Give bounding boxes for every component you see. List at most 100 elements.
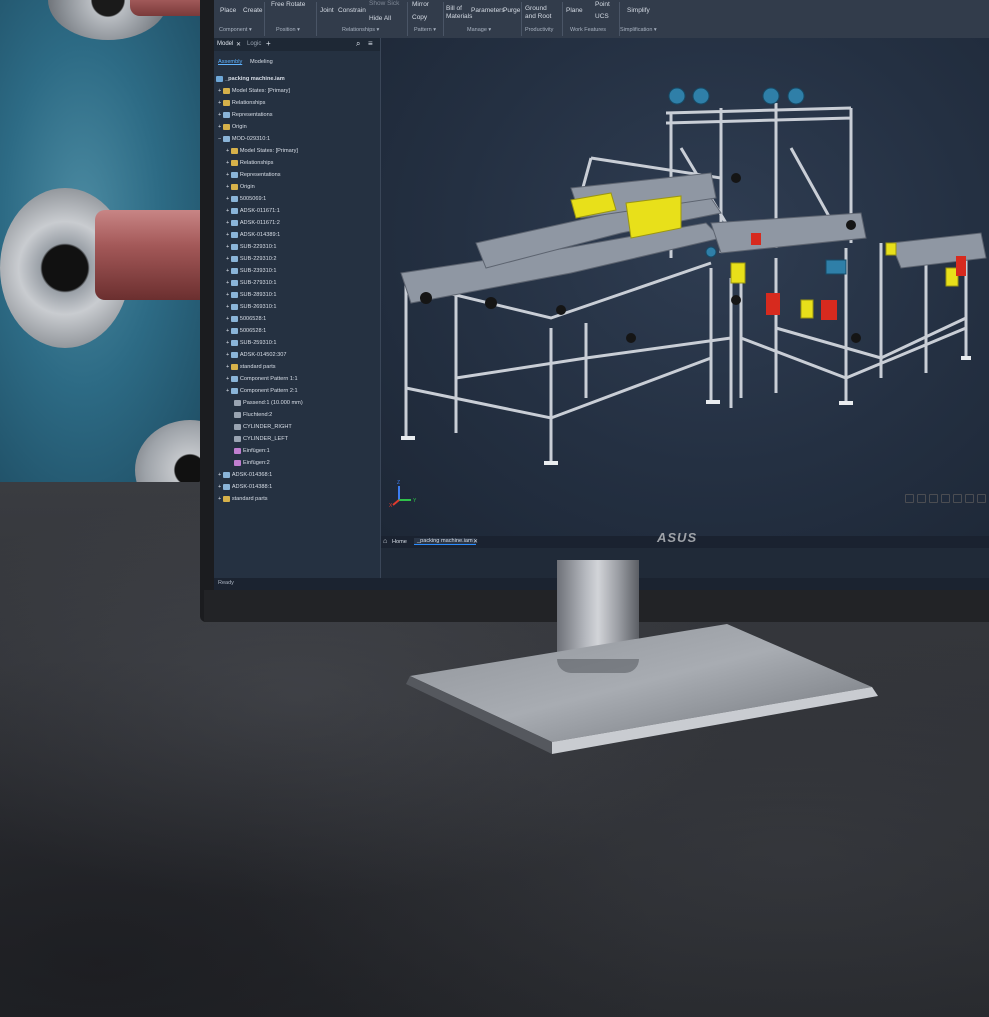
mirror-button[interactable]: Mirror [412, 1, 429, 8]
tree-item[interactable]: + 5006528:1 [226, 314, 266, 324]
axis-label-x: X [389, 503, 393, 509]
tree-item[interactable]: + ADSK-014389:1 [226, 230, 280, 240]
tree-item[interactable]: + Origin [226, 182, 255, 192]
tab-model[interactable]: Model [217, 41, 233, 47]
inventor-window: Place Create Free Rotate Joint Constrain… [214, 0, 989, 590]
purge-button[interactable]: Purge [503, 7, 520, 14]
create-button[interactable]: Create [243, 7, 263, 14]
packing-machine-model[interactable] [381, 38, 989, 536]
tree-item[interactable]: + SUB-269310:1 [226, 302, 277, 312]
model-browser: Model ✕ Logic + ⌕ ≡ Assembly Modeling _p… [214, 38, 381, 578]
tree-item[interactable]: + 5005069:1 [226, 194, 266, 204]
tree-item[interactable]: + SUB-229310:1 [226, 242, 277, 252]
tree-item[interactable]: + ADSK-011671:2 [226, 218, 280, 228]
browser-tabs: Model ✕ Logic + ⌕ ≡ [214, 38, 380, 51]
hide-all-button[interactable]: Hide All [369, 15, 391, 22]
tree-item[interactable]: + SUB-229310:2 [226, 254, 277, 264]
tree-item[interactable]: + standard parts [226, 362, 276, 372]
group-manage: Manage ▾ [467, 27, 492, 33]
tree-item[interactable]: + SUB-289310:1 [226, 290, 277, 300]
tree-item[interactable]: + ADSK-011671:1 [226, 206, 280, 216]
monitor-button[interactable] [917, 494, 926, 503]
tree-item[interactable]: + Relationships [218, 98, 265, 108]
tab-logic[interactable]: Logic [247, 41, 261, 47]
monitor-button[interactable] [953, 494, 962, 503]
stand-shadow [557, 659, 639, 673]
axis-label-y: Y [413, 498, 417, 504]
pipe-rod-middle [95, 210, 205, 300]
add-tab-icon[interactable]: + [266, 39, 271, 48]
ribbon-separator [562, 2, 563, 36]
ribbon-separator [521, 2, 522, 36]
tree-item[interactable]: CYLINDER_LEFT [234, 434, 288, 444]
show-sick-button[interactable]: Show Sick [369, 0, 399, 7]
tree-item[interactable]: + Representations [218, 110, 273, 120]
tree-item[interactable]: + ADSK-014502:307 [226, 350, 286, 360]
ribbon-separator [316, 2, 317, 36]
tree-item[interactable]: + Representations [226, 170, 281, 180]
tree-item[interactable]: + Origin [218, 122, 247, 132]
place-button[interactable]: Place [220, 7, 236, 14]
tree-item[interactable]: + SUB-279310:1 [226, 278, 277, 288]
tree-item[interactable]: + ADSK-014368:1 [218, 470, 272, 480]
background-photo [0, 0, 205, 482]
bill-of-materials-button[interactable]: Bill of Materials [446, 5, 472, 21]
3d-viewport[interactable]: X Y Z [381, 38, 989, 536]
tab-document[interactable]: _packing machine.iam [414, 538, 476, 545]
tab-home[interactable]: Home [392, 539, 407, 545]
ribbon: Place Create Free Rotate Joint Constrain… [214, 0, 989, 39]
monitor-buttons [905, 490, 989, 508]
menu-icon[interactable]: ≡ [368, 39, 373, 48]
mode-modeling[interactable]: Modeling [250, 59, 273, 65]
tree-item[interactable]: − MOD-029310:1 [218, 134, 270, 144]
monitor-button[interactable] [905, 494, 914, 503]
tree-item[interactable]: + 5006528:1 [226, 326, 266, 336]
copy-button[interactable]: Copy [412, 14, 427, 21]
tree-item[interactable]: + SUB-259310:1 [226, 338, 277, 348]
tree-item[interactable]: + Model States: [Primary] [218, 86, 290, 96]
tree-item[interactable]: Einfügen:2 [234, 458, 270, 468]
tree-item[interactable]: + Component Pattern 2:1 [226, 386, 298, 396]
tree-item[interactable]: Fluchtend:2 [234, 410, 272, 420]
monitor-button[interactable] [977, 494, 986, 503]
monitor-button[interactable] [941, 494, 950, 503]
free-rotate-button[interactable]: Free Rotate [271, 1, 305, 8]
group-relationships: Relationships ▾ [342, 27, 380, 33]
tree-item[interactable]: + SUB-239310:1 [226, 266, 277, 276]
joint-button[interactable]: Joint [320, 7, 334, 14]
close-icon[interactable]: ✕ [473, 538, 478, 545]
tree-item[interactable]: + Component Pattern 1:1 [226, 374, 298, 384]
simplify-button[interactable]: Simplify [627, 7, 650, 14]
tree-item[interactable]: _packing machine.iam [216, 74, 285, 84]
search-icon[interactable]: ⌕ [356, 39, 360, 49]
close-icon[interactable]: ✕ [236, 41, 241, 48]
tree-item[interactable]: Einfügen:1 [234, 446, 270, 456]
group-work-features: Work Features [570, 27, 606, 33]
tree-item[interactable]: + standard parts [218, 494, 268, 504]
tree-item[interactable]: + Model States: [Primary] [226, 146, 298, 156]
tree-item[interactable]: CYLINDER_RIGHT [234, 422, 292, 432]
tree-item[interactable]: Passend:1 (10.000 mm) [234, 398, 303, 408]
axis-label-z: Z [397, 480, 401, 486]
ground-and-root-button[interactable]: Ground and Root [525, 5, 557, 21]
axis-triad-icon [392, 486, 411, 506]
monitor-stand-base [406, 624, 878, 754]
pipe-rod-top [130, 0, 205, 16]
group-position: Position ▾ [276, 27, 300, 33]
ucs-button[interactable]: UCS [595, 13, 609, 20]
pipe-ring-bottom [135, 420, 205, 482]
tree-item[interactable]: + ADSK-014388:1 [218, 482, 272, 492]
group-component: Component ▾ [219, 27, 252, 33]
monitor-button[interactable] [965, 494, 974, 503]
monitor-button[interactable] [929, 494, 938, 503]
plane-button[interactable]: Plane [566, 7, 583, 14]
tree-item[interactable]: + Relationships [226, 158, 273, 168]
parameters-button[interactable]: Parameters [471, 7, 505, 14]
home-icon[interactable]: ⌂ [383, 538, 387, 545]
point-button[interactable]: Point [595, 1, 610, 8]
asus-logo: ASUS [657, 530, 698, 545]
group-simplification: Simplification ▾ [620, 27, 657, 33]
mode-assembly[interactable]: Assembly [218, 59, 242, 65]
constrain-button[interactable]: Constrain [338, 7, 366, 14]
ribbon-separator [264, 2, 265, 36]
